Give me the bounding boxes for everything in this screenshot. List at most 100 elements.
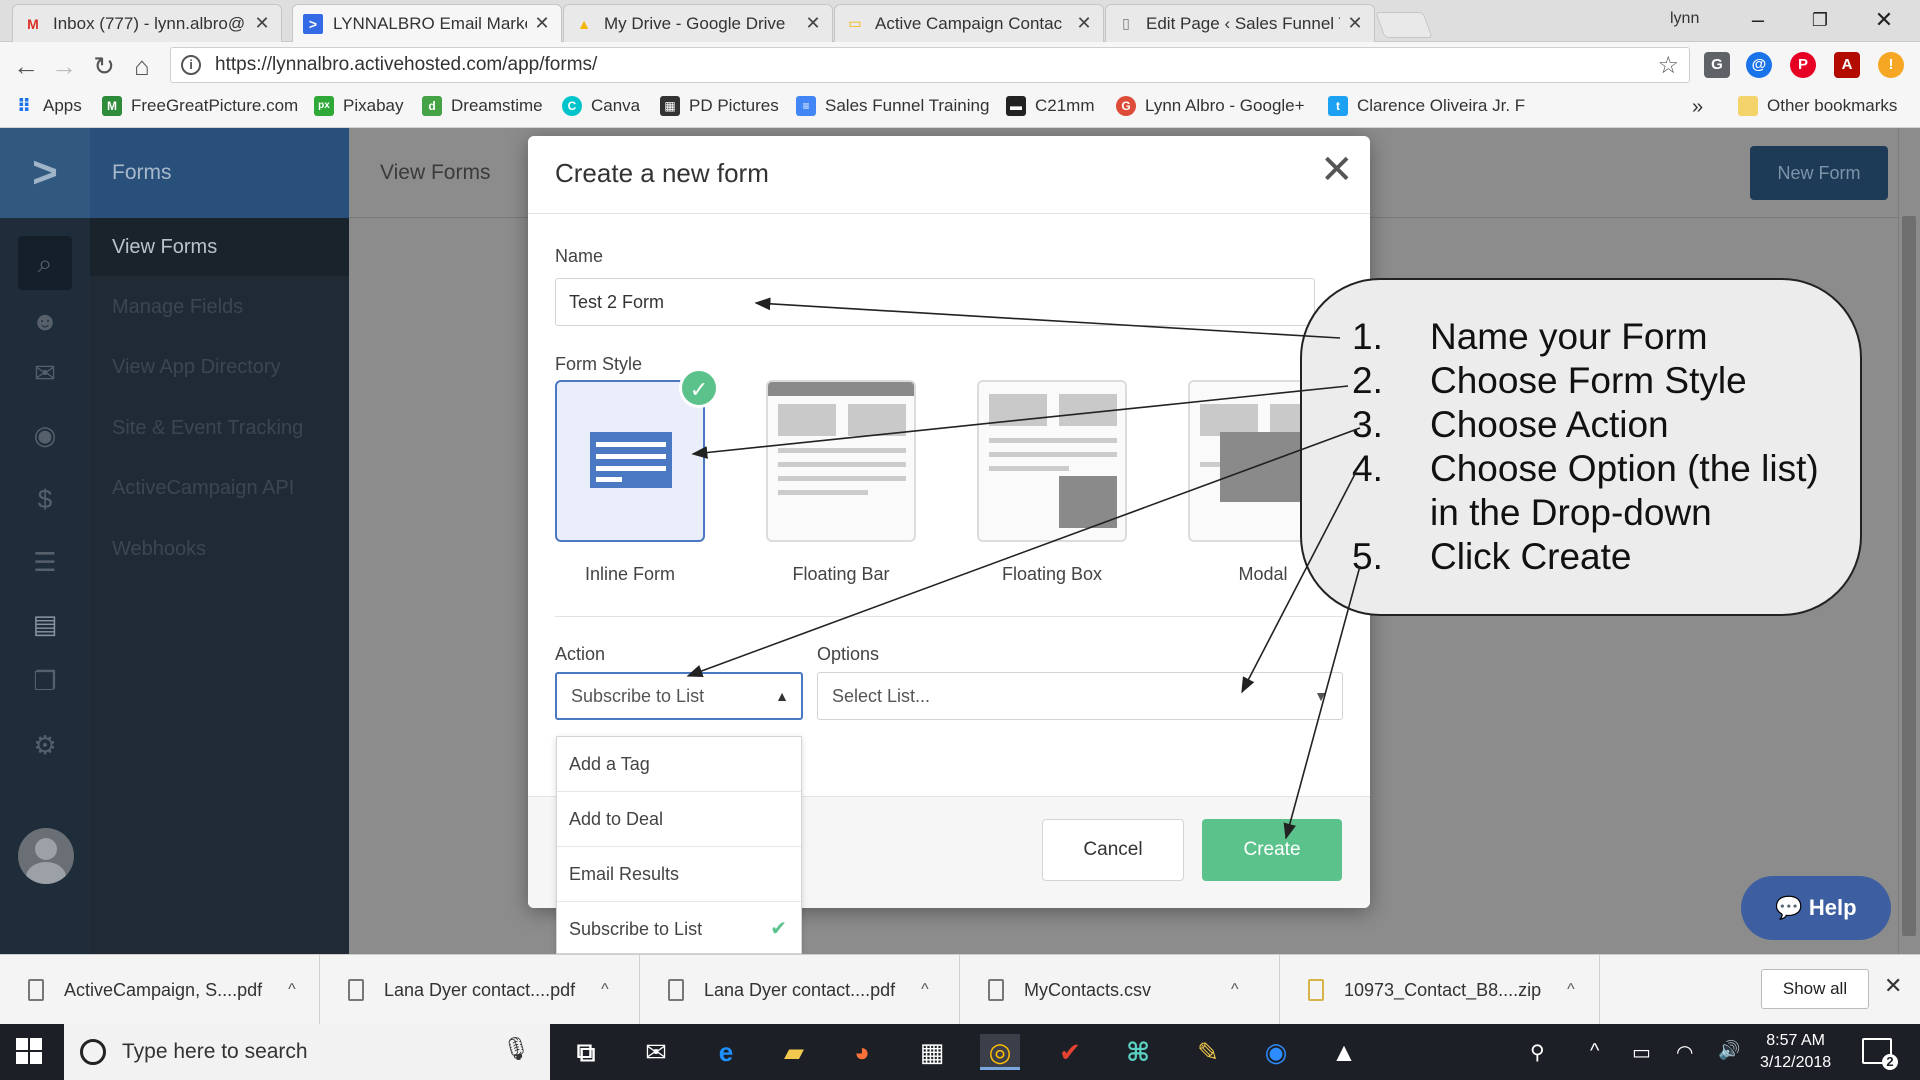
download-item[interactable]: 10973_Contact_B8....zip ^ bbox=[1280, 955, 1600, 1025]
close-icon[interactable]: ✕ bbox=[1346, 13, 1364, 34]
todoist-icon[interactable]: ✔ bbox=[1050, 1034, 1090, 1070]
windows-start-icon[interactable] bbox=[16, 1038, 44, 1066]
new-tab-button[interactable] bbox=[1375, 12, 1433, 38]
acrobat-icon[interactable]: A bbox=[1834, 52, 1860, 78]
tab-edit-page[interactable]: ▯ Edit Page ‹ Sales Funnel T ✕ bbox=[1105, 4, 1375, 42]
forms-icon[interactable]: ▤ bbox=[22, 601, 68, 647]
download-item[interactable]: ActiveCampaign, S....pdf ^ bbox=[0, 955, 320, 1025]
url-input[interactable]: i https://lynnalbro.activehosted.com/app… bbox=[170, 47, 1690, 83]
logo-icon[interactable]: > bbox=[0, 128, 90, 218]
tab-google-slides[interactable]: ▭ Active Campaign Contac ✕ bbox=[834, 4, 1104, 42]
create-button[interactable]: Create bbox=[1202, 819, 1342, 881]
sidenav-item-manage-fields[interactable]: Manage Fields bbox=[112, 296, 243, 319]
avatar[interactable] bbox=[18, 828, 74, 884]
chevron-up-icon[interactable]: ^ bbox=[601, 981, 609, 999]
other-bookmarks[interactable]: Other bookmarks bbox=[1738, 96, 1897, 116]
file-explorer-icon[interactable]: ▰ bbox=[774, 1034, 814, 1070]
dropdown-item-add-to-deal[interactable]: Add to Deal bbox=[557, 792, 801, 847]
photos-icon[interactable]: ▲ bbox=[1324, 1034, 1364, 1070]
edge-icon[interactable]: e bbox=[706, 1034, 746, 1070]
dropdown-item-subscribe-to-list[interactable]: Subscribe to List ✔ bbox=[557, 902, 801, 957]
info-icon[interactable]: i bbox=[181, 55, 201, 75]
style-floating-bar[interactable] bbox=[766, 380, 916, 542]
window-close-button[interactable]: ✕ bbox=[1864, 6, 1904, 34]
star-icon[interactable]: ☆ bbox=[1657, 51, 1679, 80]
chevron-up-icon[interactable]: ^ bbox=[1567, 981, 1575, 999]
deals-icon[interactable]: $ bbox=[22, 476, 68, 522]
volume-icon[interactable]: 🔊 bbox=[1718, 1040, 1740, 1061]
lists-icon[interactable]: ☰ bbox=[22, 539, 68, 585]
sidenav-item-webhooks[interactable]: Webhooks bbox=[112, 538, 206, 561]
restore-button[interactable]: ❐ bbox=[1800, 6, 1840, 34]
people-icon[interactable]: ⚲ bbox=[1530, 1040, 1545, 1065]
firefox-icon[interactable]: ◕ bbox=[842, 1034, 882, 1070]
mail-app-icon[interactable]: ✉ bbox=[636, 1034, 676, 1070]
options-select[interactable]: Select List... ▼ bbox=[817, 672, 1343, 720]
clock[interactable]: 8:57 AM 3/12/2018 bbox=[1760, 1030, 1831, 1074]
task-view-icon[interactable]: ⧉ bbox=[566, 1034, 606, 1070]
bookmark-canva[interactable]: C Canva bbox=[562, 96, 640, 116]
pinterest-icon[interactable]: P bbox=[1790, 52, 1816, 78]
bookmark-pixabay[interactable]: px Pixabay bbox=[314, 96, 403, 116]
action-select[interactable]: Subscribe to List ▲ bbox=[555, 672, 803, 720]
close-icon[interactable]: ✕ bbox=[1320, 150, 1354, 190]
translate-ext-icon[interactable]: G bbox=[1704, 52, 1730, 78]
a-ext-icon[interactable]: @ bbox=[1746, 52, 1772, 78]
bookmark-clarence-oliveira[interactable]: t Clarence Oliveira Jr. F bbox=[1328, 96, 1525, 116]
dropdown-item-email-results[interactable]: Email Results bbox=[557, 847, 801, 902]
sidenav-item-view-app-directory[interactable]: View App Directory bbox=[112, 356, 281, 379]
taskbar-search-input[interactable]: Type here to search 🎙 bbox=[64, 1024, 550, 1080]
chevron-up-icon[interactable]: ^ bbox=[1231, 981, 1239, 999]
show-hidden-icon[interactable]: ^ bbox=[1590, 1040, 1599, 1063]
tab-activecampaign[interactable]: > LYNNALBRO Email Marke ✕ bbox=[292, 4, 562, 42]
pencil-app-icon[interactable]: ✎ bbox=[1188, 1034, 1228, 1070]
help-button[interactable]: 💬 Help bbox=[1741, 876, 1891, 940]
cancel-button[interactable]: Cancel bbox=[1042, 819, 1184, 881]
bookmarks-overflow-button[interactable]: » bbox=[1692, 96, 1703, 119]
back-button[interactable]: ← bbox=[10, 50, 42, 82]
bookmark-apps[interactable]: ⠿ Apps bbox=[14, 96, 82, 116]
close-icon[interactable]: ✕ bbox=[1884, 973, 1902, 999]
contacts-icon[interactable]: ☻ bbox=[22, 298, 68, 344]
sidenav-item-view-forms[interactable]: View Forms bbox=[90, 218, 349, 276]
bookmark-pd-pictures[interactable]: ▦ PD Pictures bbox=[660, 96, 779, 116]
scrollbar-thumb[interactable] bbox=[1902, 216, 1916, 936]
bookmark-freegreatpicture[interactable]: M FreeGreatPicture.com bbox=[102, 96, 298, 116]
chevron-up-icon[interactable]: ^ bbox=[288, 981, 296, 999]
app-icon[interactable]: ⌘ bbox=[1118, 1034, 1158, 1070]
zoom-icon[interactable]: ◉ bbox=[1256, 1034, 1296, 1070]
store-icon[interactable]: ▦ bbox=[912, 1034, 952, 1070]
close-icon[interactable]: ✕ bbox=[533, 13, 551, 34]
download-item[interactable]: MyContacts.csv ^ bbox=[960, 955, 1280, 1025]
notifications-icon[interactable]: 2 bbox=[1862, 1038, 1898, 1070]
new-form-button[interactable]: New Form bbox=[1750, 146, 1888, 200]
email-icon[interactable]: ✉ bbox=[22, 350, 68, 396]
chevron-up-icon[interactable]: ^ bbox=[921, 981, 929, 999]
chrome-icon[interactable]: ◎ bbox=[980, 1034, 1020, 1070]
home-button[interactable]: ⌂ bbox=[126, 50, 158, 82]
bookmark-c21mm[interactable]: ▬ C21mm bbox=[1006, 96, 1095, 116]
form-name-input[interactable]: Test 2 Form bbox=[555, 278, 1315, 326]
wifi-icon[interactable]: ◠ bbox=[1676, 1040, 1693, 1065]
download-item[interactable]: Lana Dyer contact....pdf ^ bbox=[640, 955, 960, 1025]
style-floating-box[interactable] bbox=[977, 380, 1127, 542]
download-item[interactable]: Lana Dyer contact....pdf ^ bbox=[320, 955, 640, 1025]
close-icon[interactable]: ✕ bbox=[253, 13, 271, 34]
pages-icon[interactable]: ❐ bbox=[22, 658, 68, 704]
bookmark-dreamstime[interactable]: d Dreamstime bbox=[422, 96, 543, 116]
profile-name[interactable]: lynn bbox=[1670, 10, 1699, 28]
battery-icon[interactable]: ▭ bbox=[1632, 1040, 1651, 1065]
tab-gmail[interactable]: M Inbox (777) - lynn.albro@ ✕ bbox=[12, 4, 282, 42]
forward-button[interactable]: → bbox=[48, 50, 80, 82]
show-all-button[interactable]: Show all bbox=[1761, 969, 1869, 1009]
close-icon[interactable]: ✕ bbox=[804, 13, 822, 34]
style-inline-form[interactable] bbox=[555, 380, 705, 542]
dropdown-item-add-a-tag[interactable]: Add a Tag bbox=[557, 737, 801, 792]
reload-button[interactable]: ↻ bbox=[88, 50, 120, 82]
sidenav-item-site-event-tracking[interactable]: Site & Event Tracking bbox=[112, 417, 303, 440]
bookmark-sales-funnel-training[interactable]: ≡ Sales Funnel Training bbox=[796, 96, 989, 116]
bookmark-lynn-albro-google[interactable]: G Lynn Albro - Google+ bbox=[1116, 96, 1305, 116]
search-icon[interactable]: ⌕ bbox=[22, 240, 68, 286]
minimize-button[interactable]: – bbox=[1738, 6, 1778, 34]
close-icon[interactable]: ✕ bbox=[1075, 13, 1093, 34]
